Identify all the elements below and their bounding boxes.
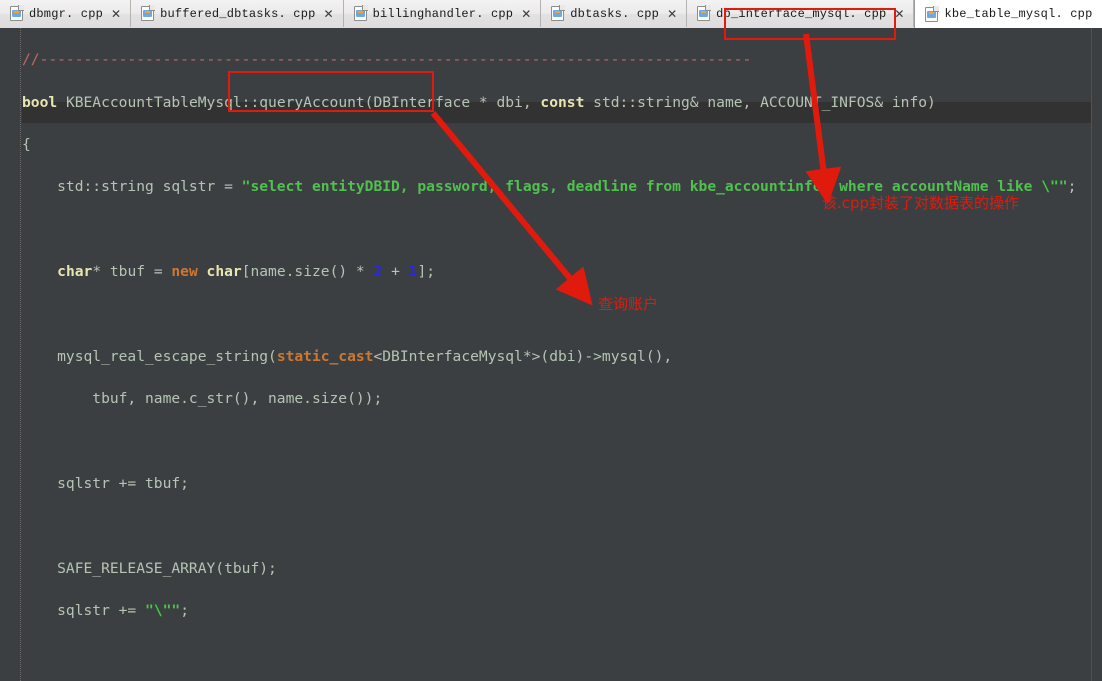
close-icon[interactable]: ✕ [894,7,904,21]
close-icon[interactable]: ✕ [667,7,677,21]
tab-label: kbe_table_mysql. cpp [944,7,1093,21]
close-icon[interactable]: ✕ [111,7,121,21]
tab-db-interface-mysql-cpp[interactable]: db_interface_mysql. cpp ✕ [687,0,915,27]
cpp-file-icon [551,5,566,21]
tab-billinghandler-cpp[interactable]: billinghandler. cpp ✕ [344,0,542,27]
code-line: mysql_real_escape_string(static_cast<DBI… [22,347,673,365]
tab-label: dbtasks. cpp [570,6,660,21]
code-editor-area[interactable]: //--------------------------------------… [0,28,1102,681]
code-line: sqlstr += "\""; [22,602,189,620]
code-line: char* tbuf = new char[name.size() * 2 + … [57,263,436,281]
close-icon[interactable]: ✕ [521,7,531,21]
code-line: bool KBEAccountTableMysql::queryAccount(… [22,93,936,111]
editor-gutter [0,28,21,681]
close-icon[interactable]: ✕ [324,7,334,21]
code-editor-window: dbmgr. cpp ✕ buffered_dbtasks. cpp ✕ bil… [0,0,1102,681]
code-line: sqlstr += tbuf; [22,475,189,493]
code-line: tbuf, name.c_str(), name.size()); [22,390,383,408]
source-code[interactable]: //--------------------------------------… [22,28,1102,681]
tab-buffered-dbtasks-cpp[interactable]: buffered_dbtasks. cpp ✕ [131,0,344,27]
tab-label: dbmgr. cpp [29,6,104,21]
cpp-file-icon [141,5,156,21]
tab-dbmgr-cpp[interactable]: dbmgr. cpp ✕ [0,0,132,27]
editor-tab-bar: dbmgr. cpp ✕ buffered_dbtasks. cpp ✕ bil… [0,0,1102,29]
cpp-file-icon [925,5,940,22]
tab-label: billinghandler. cpp [372,6,514,21]
tab-kbe-table-mysql-cpp[interactable]: kbe_table_mysql. cpp ✕ [914,0,1102,28]
tab-label: buffered_dbtasks. cpp [160,6,316,21]
code-line: std::string sqlstr = "select entityDBID,… [22,178,1077,196]
code-line: //--------------------------------------… [22,51,752,69]
cpp-file-icon [10,5,24,21]
code-line: { [22,135,31,153]
tab-label: db_interface_mysql. cpp [716,6,887,21]
cpp-file-icon [353,5,368,21]
code-line: SAFE_RELEASE_ARRAY(tbuf); [22,559,277,577]
cpp-file-icon [697,5,712,21]
tab-dbtasks-cpp[interactable]: dbtasks. cpp ✕ [541,0,688,27]
